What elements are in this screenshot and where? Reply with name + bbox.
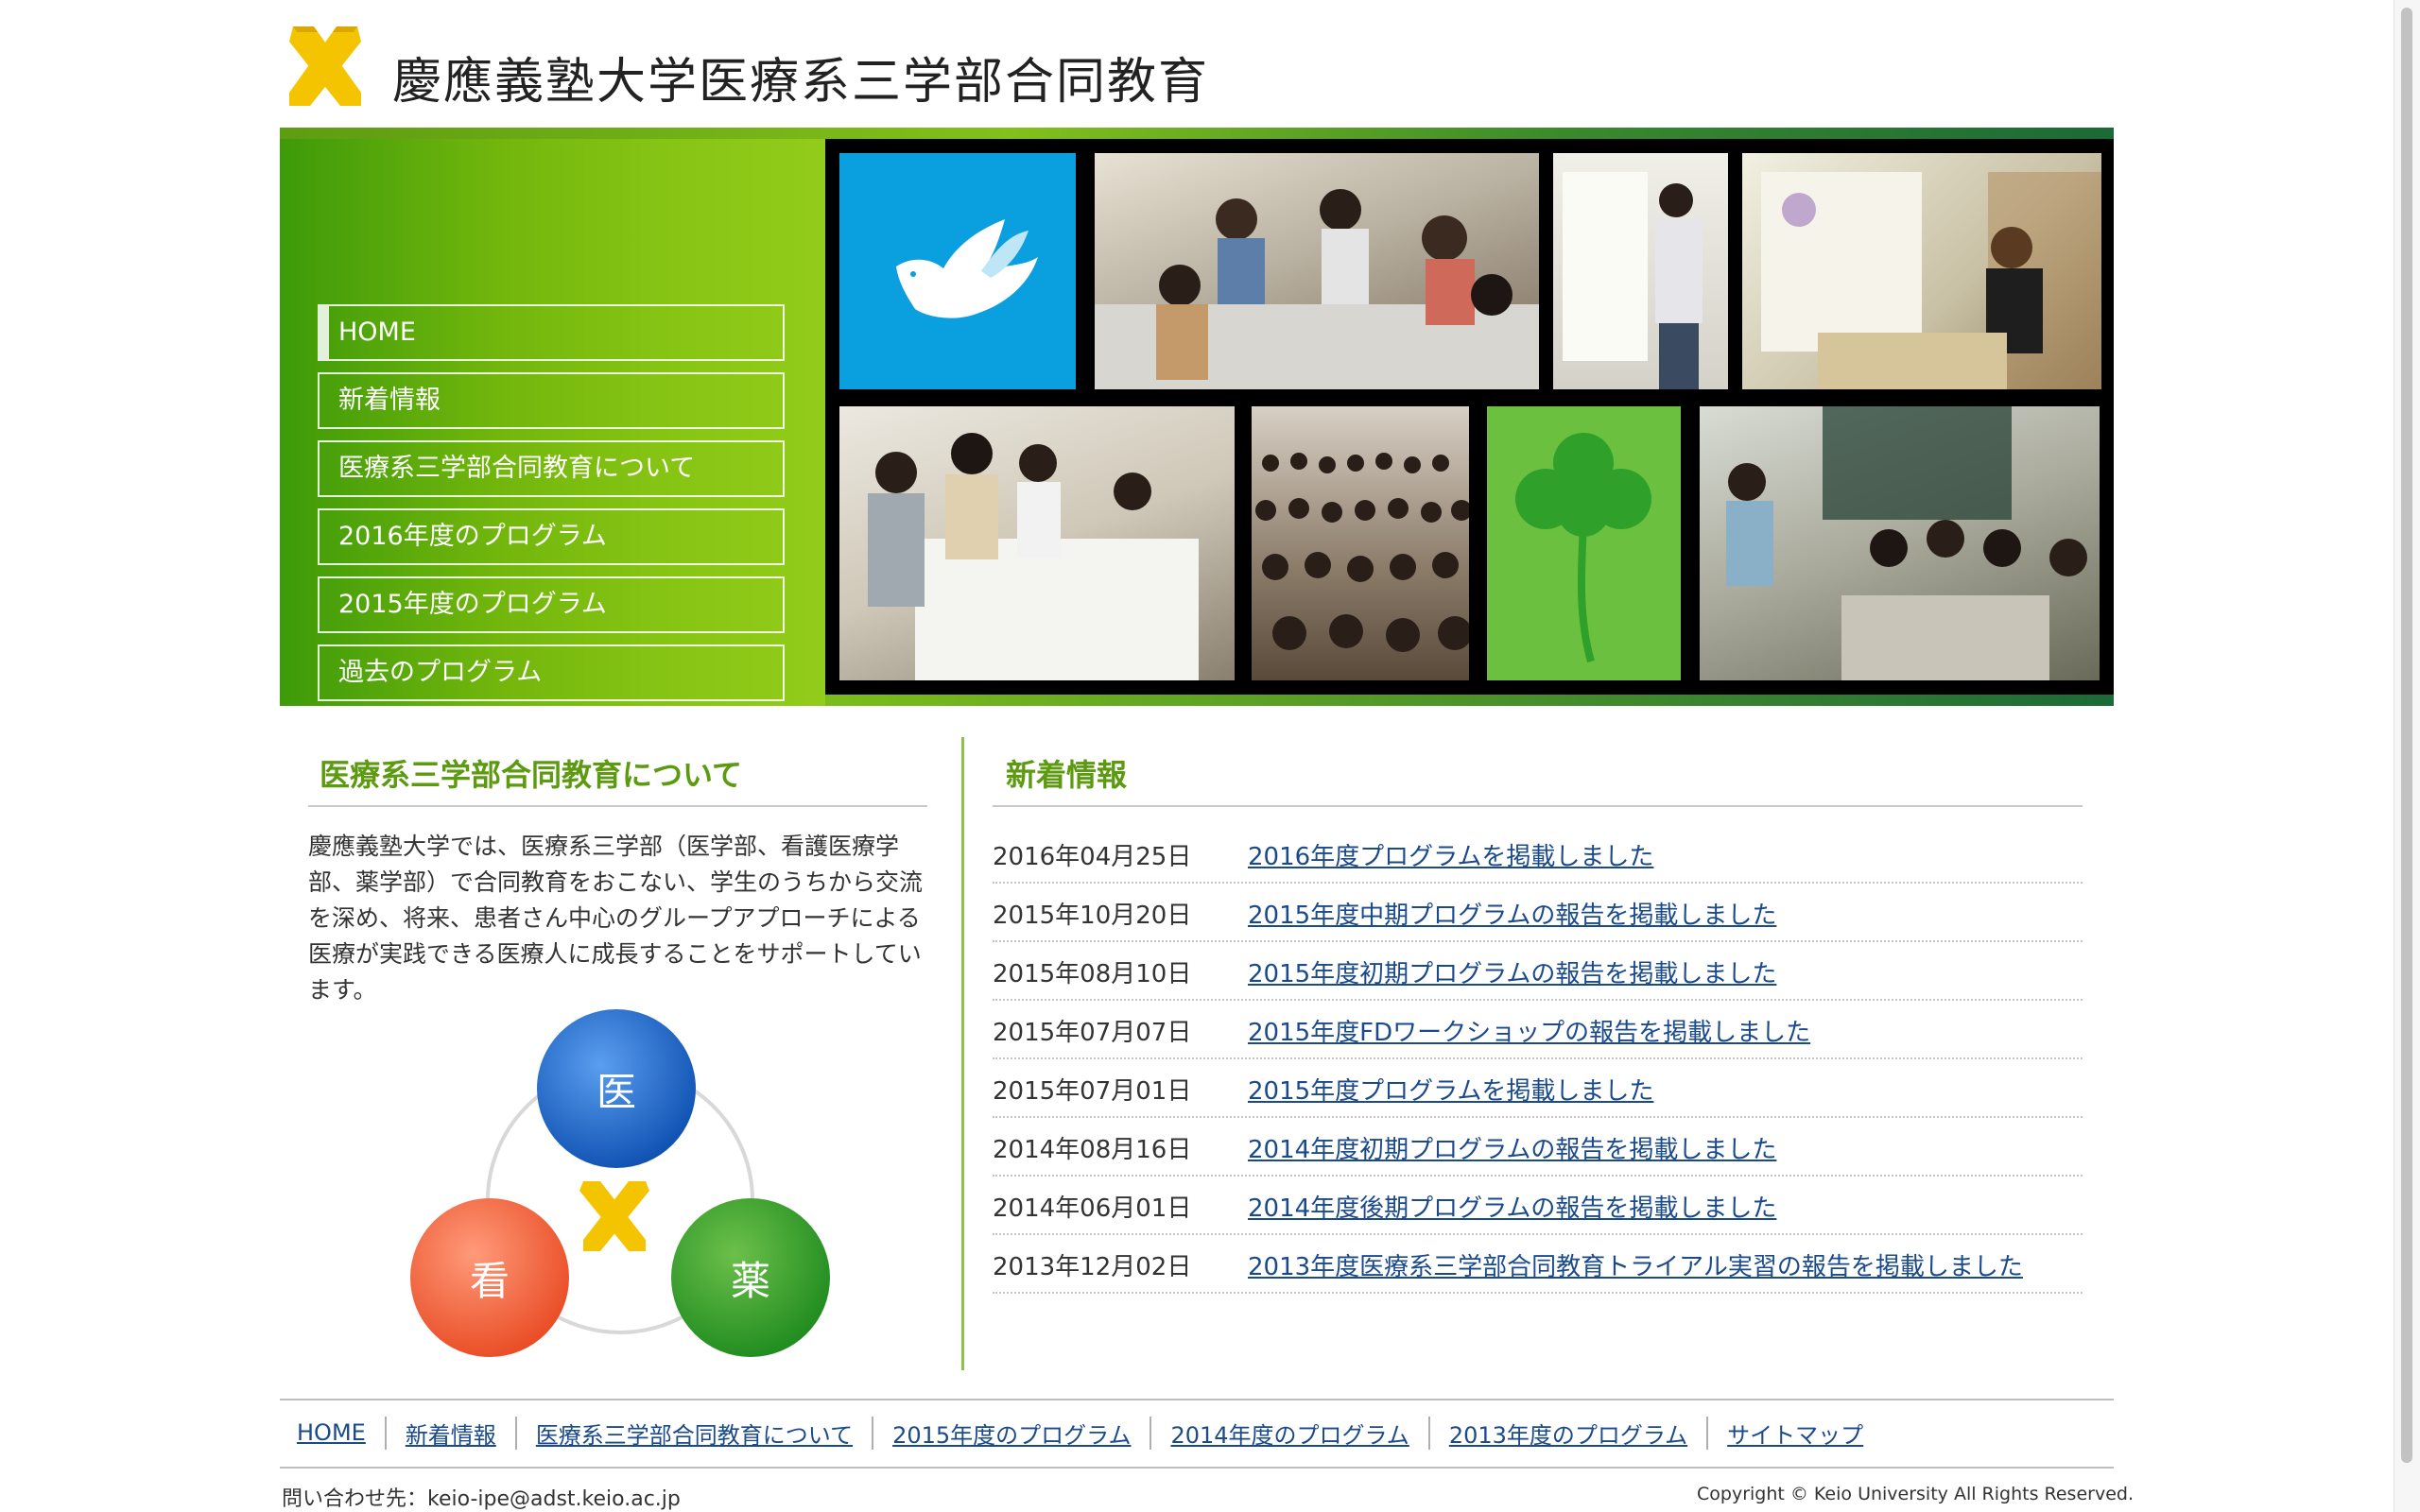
news-link[interactable]: 2013年度医療系三学部合同教育トライアル実習の報告を掲載しました [1248,1247,2023,1282]
news-date: 2015年07月01日 [993,1076,1192,1106]
news-link[interactable]: 2016年度プログラムを掲載しました [1248,837,1653,872]
contact-info: 問い合わせ先：keio-ipe@adst.keio.ac.jp [282,1487,681,1511]
nav-item-home[interactable]: HOME [318,304,785,361]
footer-divider-bottom [280,1467,2114,1469]
site-title: 慶應義塾大学医療系三学部合同教育 [392,54,1210,111]
nursing-label: 看 [469,1258,510,1304]
footer-divider-top [280,1399,2114,1400]
site-logo-icon[interactable] [280,21,371,112]
nav-item-news[interactable]: 新着情報 [318,372,785,429]
news-link[interactable]: 2014年度後期プログラムの報告を掲載しました [1248,1189,1776,1224]
photo-lecture-hall-audience [1252,406,1469,680]
photo-students-workshop [839,406,1235,680]
copyright-text: Copyright © Keio University All Rights R… [1697,1484,2134,1504]
news-link[interactable]: 2015年度プログラムを掲載しました [1248,1072,1653,1107]
nav-item-about[interactable]: 医療系三学部合同教育について [318,440,785,497]
nav-item-past-programs[interactable]: 過去のプログラム [318,644,785,701]
photo-collage [825,139,2114,695]
main-navigation: HOME 新着情報 医療系三学部合同教育について 2016年度のプログラム 20… [280,139,825,769]
photo-group-discussion [1095,153,1539,389]
news-item: 2013年12月02日 2013年度医療系三学部合同教育トライアル実習の報告を掲載… [993,1237,2083,1294]
news-link[interactable]: 2015年度初期プログラムの報告を掲載しました [1248,954,1776,989]
about-text: 慶應義塾大学では、医療系三学部（医学部、看護医療学部、薬学部）で合同教育をおこな… [308,833,924,1004]
news-heading: 新着情報 [1006,757,1128,793]
news-item: 2015年08月10日 2015年度初期プログラムの報告を掲載しました [993,944,2083,1001]
news-date: 2015年08月10日 [993,959,1192,988]
news-item: 2016年04月25日 2016年度プログラムを掲載しました [993,827,2083,884]
hero-banner: HOME 新着情報 医療系三学部合同教育について 2016年度のプログラム 20… [280,128,2114,769]
hero-bottom-bar [825,695,2114,706]
news-date: 2013年12月02日 [993,1252,1192,1281]
column-divider [961,737,964,1370]
footer-link-program-2015[interactable]: 2015年度のプログラム [872,1416,1150,1450]
news-item: 2015年10月20日 2015年度中期プログラムの報告を掲載しました [993,885,2083,942]
dove-icon [839,153,1076,389]
news-item: 2015年07月07日 2015年度FDワークショップの報告を掲載しました [993,1003,2083,1059]
nav-item-program-2015[interactable]: 2015年度のプログラム [318,576,785,633]
photo-classroom-groups [1700,406,2100,680]
footer-link-sitemap[interactable]: サイトマップ [1706,1416,1882,1450]
news-date: 2014年08月16日 [993,1135,1192,1164]
news-date: 2016年04月25日 [993,842,1192,871]
footer-link-news[interactable]: 新着情報 [384,1416,515,1450]
news-list: 2016年04月25日 2016年度プログラムを掲載しました 2015年10月20… [993,827,2083,1296]
news-item: 2014年08月16日 2014年度初期プログラムの報告を掲載しました [993,1120,2083,1177]
news-link[interactable]: 2014年度初期プログラムの報告を掲載しました [1248,1130,1776,1165]
photo-lecture-speaker [1742,153,2101,389]
footer-navigation: HOME 新着情報 医療系三学部合同教育について 2015年度のプログラム 20… [280,1414,1882,1452]
hero-top-bar [280,128,2114,139]
medicine-label: 医 [596,1069,636,1115]
footer-link-program-2014[interactable]: 2014年度のプログラム [1150,1416,1427,1450]
footer-link-home[interactable]: HOME [280,1419,385,1446]
footer-link-about[interactable]: 医療系三学部合同教育について [514,1416,872,1450]
news-divider [993,805,2083,807]
about-heading: 医療系三学部合同教育について [320,757,743,793]
news-item: 2014年06月01日 2014年度後期プログラムの報告を掲載しました [993,1178,2083,1235]
news-link[interactable]: 2015年度中期プログラムの報告を掲載しました [1248,896,1776,931]
news-item: 2015年07月01日 2015年度プログラムを掲載しました [993,1061,2083,1118]
pharmacy-label: 薬 [730,1258,770,1304]
news-date: 2014年06月01日 [993,1194,1192,1223]
footer-link-program-2013[interactable]: 2013年度のプログラム [1427,1416,1706,1450]
photo-whiteboard-presenter [1553,153,1728,389]
news-link[interactable]: 2015年度FDワークショップの報告を掲載しました [1248,1013,1810,1048]
about-divider [308,805,927,807]
news-date: 2015年07月07日 [993,1018,1192,1047]
clover-icon [1487,406,1681,680]
three-faculties-diagram: 医 看 薬 [403,1002,838,1361]
nav-item-program-2016[interactable]: 2016年度のプログラム [318,508,785,565]
scrollbar-thumb[interactable] [2401,8,2412,1463]
news-date: 2015年10月20日 [993,901,1192,930]
